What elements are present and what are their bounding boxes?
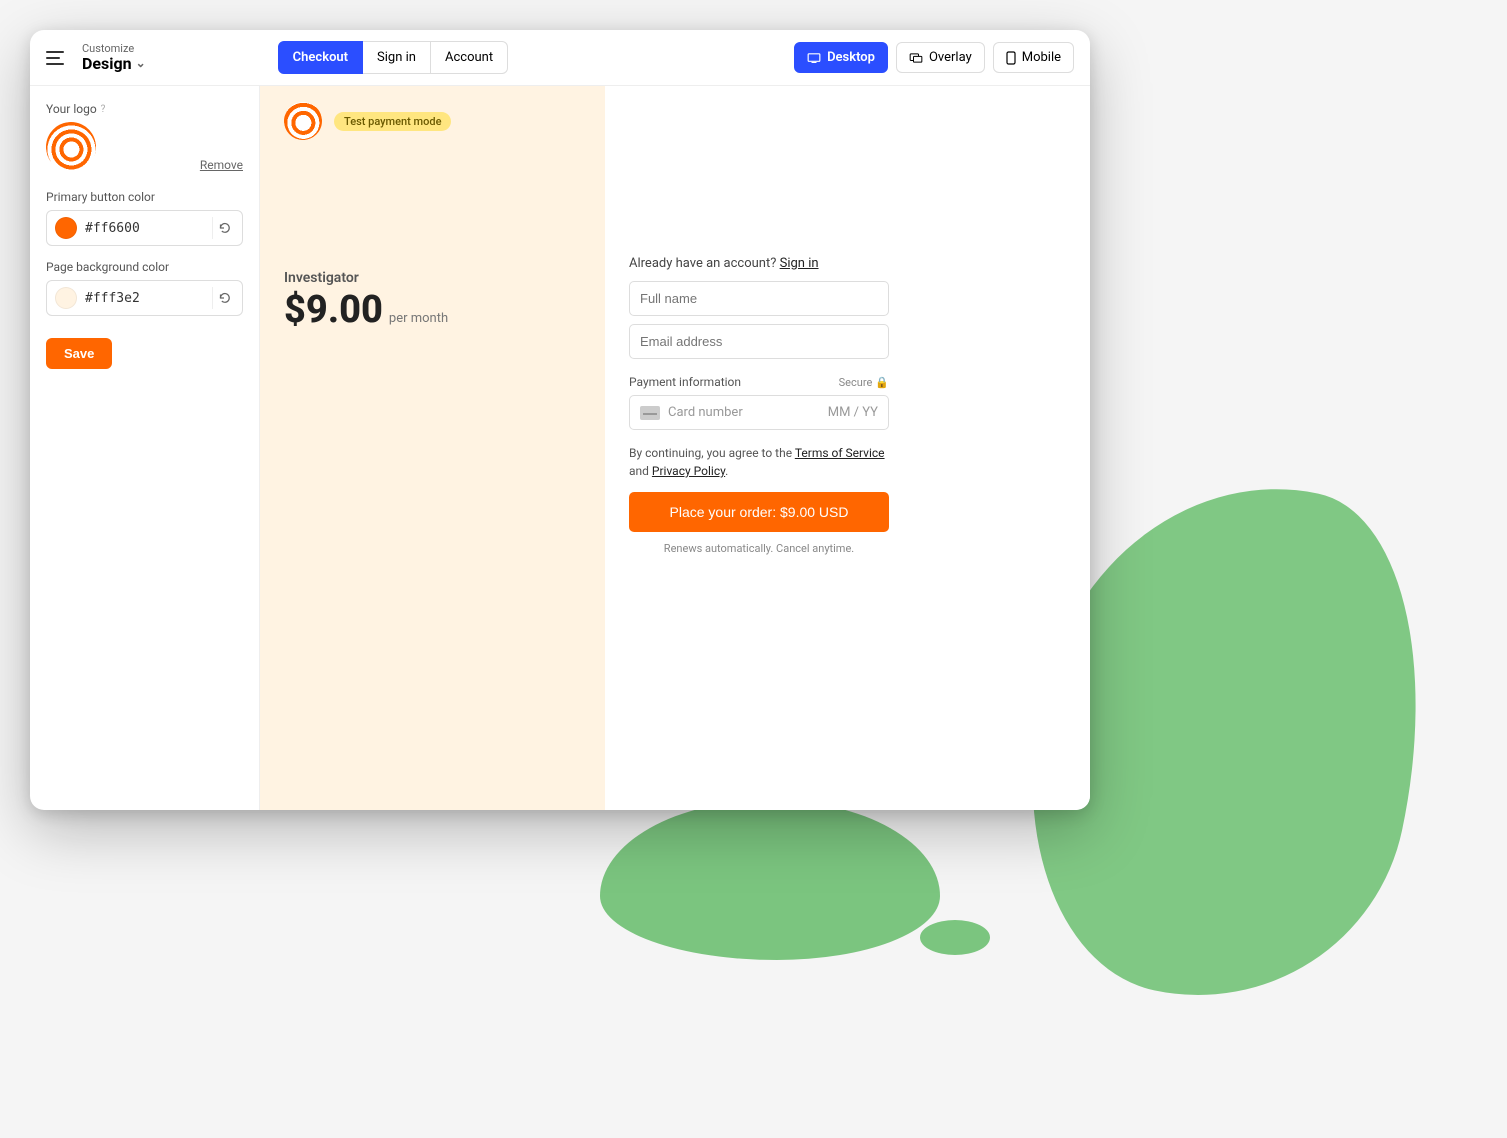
page-tabs: Checkout Sign in Account <box>278 41 508 74</box>
mobile-icon <box>1006 51 1016 65</box>
info-icon[interactable]: ? <box>101 104 106 115</box>
reset-primary-color[interactable] <box>212 217 234 239</box>
bg-color-label: Page background color <box>46 260 243 274</box>
tab-signin[interactable]: Sign in <box>363 41 431 74</box>
logo-preview <box>42 118 100 176</box>
breadcrumb-current-label: Design <box>82 55 132 73</box>
view-desktop-label: Desktop <box>827 50 875 65</box>
card-number-field[interactable]: Card number MM / YY <box>629 395 889 430</box>
email-field[interactable] <box>629 324 889 359</box>
decorative-blob <box>920 920 990 955</box>
app-window: Customize Design ⌄ Checkout Sign in Acco… <box>30 30 1090 810</box>
preview-summary-panel: Test payment mode Investigator $9.00 per… <box>260 86 605 810</box>
breadcrumb: Customize Design ⌄ <box>82 43 146 73</box>
test-mode-badge: Test payment mode <box>334 112 451 131</box>
renewal-note: Renews automatically. Cancel anytime. <box>629 542 889 555</box>
remove-logo-link[interactable]: Remove <box>200 158 243 172</box>
undo-icon <box>217 291 231 305</box>
reset-bg-color[interactable] <box>212 287 234 309</box>
save-button[interactable]: Save <box>46 338 112 369</box>
chevron-down-icon: ⌄ <box>136 57 146 70</box>
already-account-text: Already have an account? Sign in <box>629 256 889 271</box>
card-expiry-placeholder: MM / YY <box>828 405 878 420</box>
merchant-logo <box>281 99 325 143</box>
view-mode-tabs: Desktop Overlay Mobile <box>794 42 1074 73</box>
app-header: Customize Design ⌄ Checkout Sign in Acco… <box>30 30 1090 86</box>
primary-color-label: Primary button color <box>46 190 243 204</box>
product-price: $9.00 <box>284 288 383 332</box>
view-overlay-label: Overlay <box>929 50 972 65</box>
logo-label: Your logo <box>46 102 97 116</box>
card-icon <box>640 406 660 420</box>
checkout-preview: Test payment mode Investigator $9.00 per… <box>260 86 1090 810</box>
tab-account[interactable]: Account <box>431 41 508 74</box>
full-name-field[interactable] <box>629 281 889 316</box>
menu-icon[interactable] <box>46 46 70 70</box>
view-mobile-label: Mobile <box>1022 50 1061 65</box>
bg-color-input[interactable]: #fff3e2 <box>46 280 243 316</box>
view-overlay[interactable]: Overlay <box>896 42 985 73</box>
bg-color-value: #fff3e2 <box>85 291 204 306</box>
secure-badge: Secure 🔒 <box>839 376 889 389</box>
primary-color-input[interactable]: #ff6600 <box>46 210 243 246</box>
billing-period: per month <box>389 311 448 326</box>
primary-color-value: #ff6600 <box>85 221 204 236</box>
app-body: Your logo ? Remove Primary button color … <box>30 86 1090 810</box>
place-order-button[interactable]: Place your order: $9.00 USD <box>629 492 889 532</box>
undo-icon <box>217 221 231 235</box>
terms-of-service-link[interactable]: Terms of Service <box>795 446 885 460</box>
card-number-placeholder: Card number <box>668 405 820 420</box>
preview-form-panel: Already have an account? Sign in Payment… <box>605 86 1090 810</box>
payment-info-label: Payment information <box>629 375 741 389</box>
tab-checkout[interactable]: Checkout <box>278 41 363 74</box>
primary-color-swatch <box>55 217 77 239</box>
bg-color-swatch <box>55 287 77 309</box>
overlay-icon <box>909 53 923 63</box>
breadcrumb-parent: Customize <box>82 43 146 55</box>
decorative-blob <box>600 800 940 960</box>
privacy-policy-link[interactable]: Privacy Policy <box>652 464 725 478</box>
terms-text: By continuing, you agree to the Terms of… <box>629 444 889 480</box>
product-name: Investigator <box>284 270 581 286</box>
logo-label-row: Your logo ? <box>46 102 243 116</box>
view-mobile[interactable]: Mobile <box>993 42 1074 73</box>
signin-link[interactable]: Sign in <box>780 256 819 271</box>
view-desktop[interactable]: Desktop <box>794 42 888 73</box>
breadcrumb-current[interactable]: Design ⌄ <box>82 55 146 73</box>
lock-icon: 🔒 <box>875 376 889 389</box>
desktop-icon <box>807 53 821 63</box>
customize-sidebar: Your logo ? Remove Primary button color … <box>30 86 260 810</box>
